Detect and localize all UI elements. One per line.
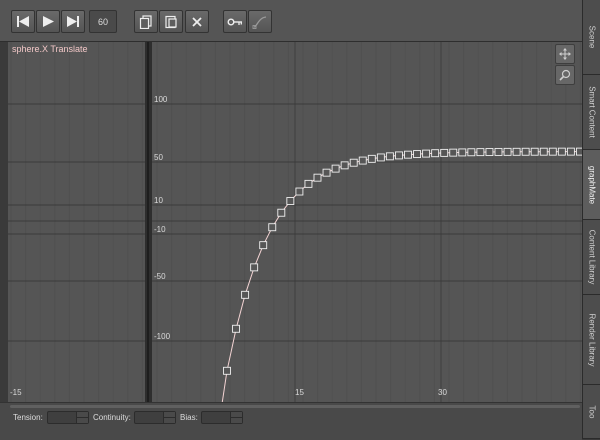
keyframe-point[interactable]	[566, 147, 575, 156]
tension-label: Tension:	[13, 413, 43, 422]
delete-icon	[192, 16, 202, 27]
copy-icon	[139, 14, 152, 29]
y-axis-label: -100	[154, 332, 171, 341]
keyframe-point[interactable]	[440, 148, 449, 157]
keyframe-point[interactable]	[548, 147, 557, 156]
zoom-view-button[interactable]	[555, 65, 575, 85]
keyframe-point[interactable]	[349, 158, 358, 167]
bias-label: Bias:	[180, 413, 198, 422]
keyframe-point[interactable]	[232, 324, 241, 333]
keyframe-point[interactable]	[449, 148, 458, 157]
keyframe-point[interactable]	[304, 179, 313, 188]
bias-stepper[interactable]	[230, 412, 242, 423]
go-to-start-icon	[17, 16, 29, 27]
tab-tools[interactable]: Too	[583, 385, 600, 439]
key-icon	[227, 18, 242, 25]
frame-field[interactable]: 60	[89, 10, 117, 33]
keyframe-point[interactable]	[313, 173, 322, 182]
keyframe-point[interactable]	[413, 150, 421, 159]
keyframe-point[interactable]	[322, 168, 331, 177]
horizontal-scrollbar[interactable]	[10, 405, 580, 408]
keyframe-point[interactable]	[385, 152, 394, 161]
tab-render-library[interactable]: Render Library	[583, 295, 600, 385]
tab-graphmate[interactable]: graphMate	[583, 150, 600, 220]
play-icon	[43, 16, 54, 27]
x-axis-label: -15	[10, 388, 22, 397]
tension-field[interactable]	[47, 411, 89, 424]
keyframe-point[interactable]	[422, 149, 431, 158]
keyframe-point[interactable]	[331, 164, 340, 173]
x-axis-label: 15	[295, 388, 304, 397]
copy-button[interactable]	[134, 10, 158, 33]
curve-icon	[252, 15, 267, 29]
paste-button[interactable]	[159, 10, 183, 33]
zoom-icon	[559, 69, 571, 81]
move-icon	[559, 48, 571, 60]
frame-value: 60	[97, 16, 108, 27]
keyframe-point[interactable]	[340, 161, 349, 170]
keyframe-point[interactable]	[259, 241, 268, 250]
keyframe-point[interactable]	[539, 147, 548, 156]
keyframe-point[interactable]	[503, 147, 512, 156]
bottom-bar: Tension: Continuity: Bias:	[0, 402, 582, 440]
play-button[interactable]	[36, 10, 60, 33]
keyframe-point[interactable]	[521, 147, 530, 156]
keyframe-point[interactable]	[467, 148, 476, 157]
keyframe-point[interactable]	[358, 156, 367, 165]
keyframe-point[interactable]	[485, 148, 494, 156]
keyframe-point[interactable]	[494, 147, 503, 156]
keyframe-point[interactable]	[431, 149, 440, 158]
continuity-field[interactable]	[134, 411, 176, 424]
y-axis-label: 100	[154, 95, 168, 104]
keyframe-point[interactable]	[295, 187, 304, 196]
keyframe-point[interactable]	[530, 147, 539, 156]
bias-field[interactable]	[201, 411, 243, 424]
graph-title: sphere.X Translate	[12, 44, 88, 54]
keyframe-point[interactable]	[376, 153, 385, 162]
go-to-end-button[interactable]	[61, 10, 85, 33]
keyframe-point[interactable]	[404, 150, 412, 159]
go-to-start-button[interactable]	[11, 10, 35, 33]
keyframe-point[interactable]	[286, 197, 295, 205]
keyframe-point[interactable]	[241, 290, 250, 299]
x-axis-label: 30	[438, 388, 447, 397]
paste-icon	[165, 15, 177, 28]
keyframe-point[interactable]	[367, 154, 376, 163]
y-axis-label: -10	[154, 225, 166, 234]
key-button[interactable]	[223, 10, 247, 33]
curve-line[interactable]	[221, 151, 582, 402]
keyframe-point[interactable]	[268, 223, 277, 232]
continuity-label: Continuity:	[93, 413, 131, 422]
tension-stepper[interactable]	[76, 412, 88, 423]
left-edge	[0, 42, 8, 407]
keyframe-point[interactable]	[395, 151, 403, 160]
toolbar: 60	[0, 0, 582, 42]
go-to-end-icon	[67, 16, 79, 27]
right-tab-strip: Scene Smart Content graphMate Content Li…	[582, 0, 600, 439]
graph-area[interactable]: 100 50 10 -10 -50 -100 -15 15 30 sphere.X Transl…	[8, 42, 582, 402]
tab-smart-content[interactable]: Smart Content	[583, 75, 600, 150]
time-marker-core	[147, 42, 149, 402]
y-axis-label: 50	[154, 153, 163, 162]
keyframe-point[interactable]	[458, 148, 467, 157]
keyframe-point[interactable]	[277, 208, 286, 217]
keyframe-point[interactable]	[250, 263, 259, 272]
continuity-stepper[interactable]	[163, 412, 175, 423]
y-axis-label: 10	[154, 196, 163, 205]
keyframe-point[interactable]	[223, 366, 231, 375]
keyframe-point[interactable]	[476, 148, 485, 157]
delete-button[interactable]	[185, 10, 209, 33]
graph-canvas[interactable]: 100 50 10 -10 -50 -100 -15 15 30	[8, 42, 582, 402]
y-axis-label: -50	[154, 272, 166, 281]
move-view-button[interactable]	[555, 44, 575, 64]
tab-content-library[interactable]: Content Library	[583, 220, 600, 295]
keyframe-point[interactable]	[557, 147, 566, 156]
keyframe-point[interactable]	[512, 147, 521, 156]
tab-scene[interactable]: Scene	[583, 0, 600, 75]
curve-button[interactable]	[248, 10, 272, 33]
